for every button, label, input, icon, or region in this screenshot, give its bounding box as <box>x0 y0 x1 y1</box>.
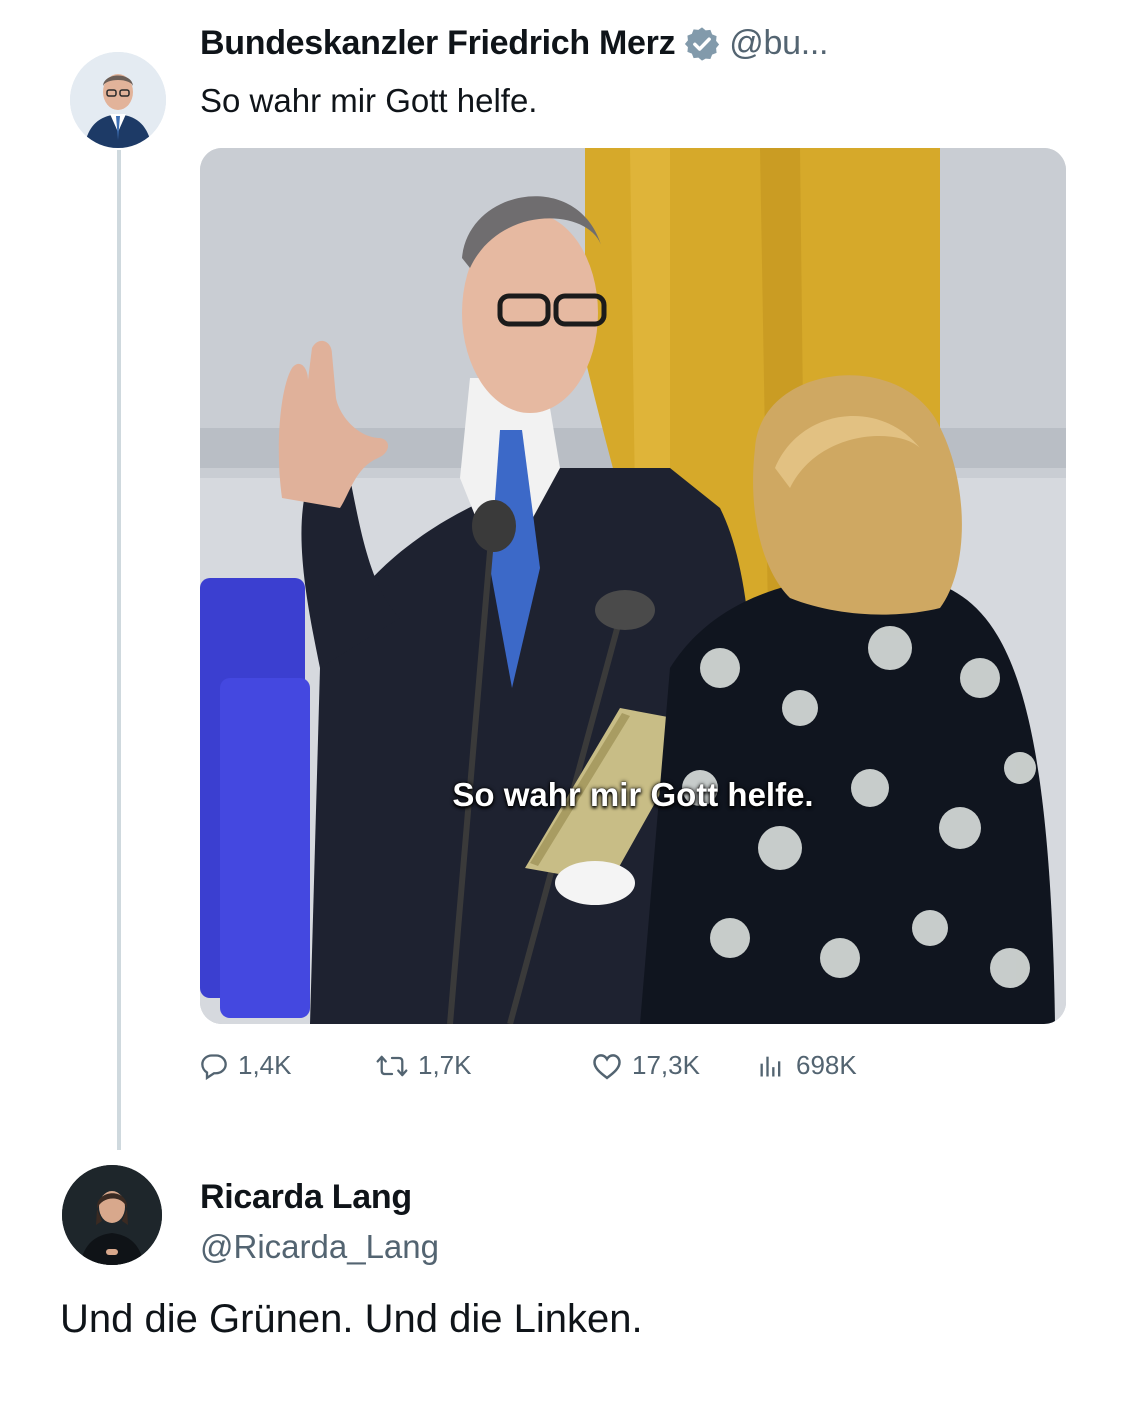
reply-count: 1,4K <box>238 1050 292 1080</box>
merz-header: Bundeskanzler Friedrich Merz @bu... <box>200 24 828 63</box>
repost-action[interactable]: 1,7K <box>376 1050 566 1081</box>
repost-count: 1,7K <box>418 1050 472 1080</box>
video-subtitle: So wahr mir Gott helfe. <box>452 776 814 813</box>
like-icon <box>593 1053 621 1079</box>
reply-icon <box>201 1053 227 1080</box>
thread-connector-line <box>117 150 121 1150</box>
like-action[interactable]: 17,3K <box>592 1050 772 1081</box>
video-frame <box>200 148 1066 1024</box>
handle-merz[interactable]: @bu... <box>729 24 828 63</box>
tweet-thread: Bundeskanzler Friedrich Merz @bu... So w… <box>0 0 1142 1427</box>
views-action[interactable]: 698K <box>756 1050 857 1081</box>
tweet-actions: 1,4K 1,7K 17,3K 698K <box>200 1050 857 1081</box>
author-name-merz[interactable]: Bundeskanzler Friedrich Merz <box>200 24 676 63</box>
handle-lang[interactable]: @Ricarda_Lang <box>200 1228 439 1266</box>
tweet-text-merz: So wahr mir Gott helfe. <box>200 82 538 119</box>
reply-action[interactable]: 1,4K <box>200 1050 350 1081</box>
repost-icon <box>376 1055 408 1076</box>
avatar-lang[interactable] <box>62 1165 162 1265</box>
tweet-text-lang: Und die Grünen. Und die Linken. <box>60 1297 643 1341</box>
author-name-lang[interactable]: Ricarda Lang <box>200 1178 412 1217</box>
views-count: 698K <box>796 1050 857 1080</box>
views-icon <box>760 1056 781 1076</box>
like-count: 17,3K <box>632 1050 700 1080</box>
verified-badge-icon <box>685 26 720 61</box>
tweet-video[interactable]: So wahr mir Gott helfe. <box>200 148 1066 1024</box>
avatar-merz[interactable] <box>70 52 166 148</box>
